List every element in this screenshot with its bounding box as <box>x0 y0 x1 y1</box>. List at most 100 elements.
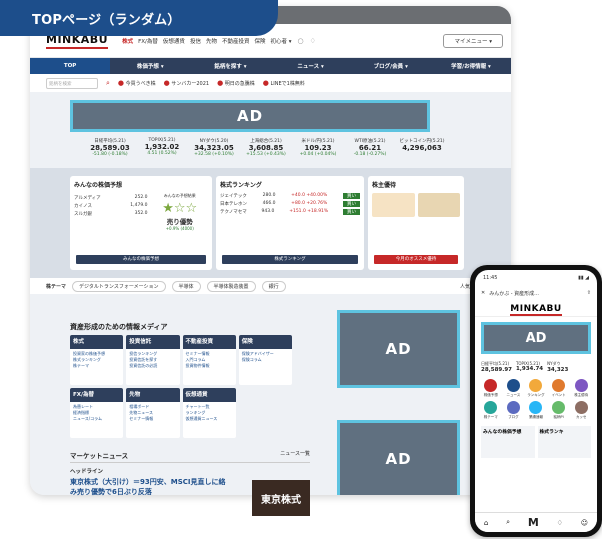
news-subtitle: ヘッドライン <box>70 469 104 475</box>
phone-shortcut[interactable]: イベント <box>549 379 569 398</box>
phone-shortcut[interactable]: ブログ <box>504 401 524 420</box>
header-link[interactable]: 不動産投資 <box>222 37 250 45</box>
ranking-row[interactable]: テクノマセマ 943.0 +151.0 +18.91% 買い <box>220 209 360 215</box>
ranking-row[interactable]: ジェイテック 280.0 +40.0 +40.00% 買い <box>220 193 360 199</box>
phone-shortcut[interactable]: 株テーマ <box>481 401 501 420</box>
search-icon[interactable]: ○ <box>298 37 304 45</box>
phone-shortcut[interactable]: ニュース <box>504 379 524 398</box>
ticker[interactable]: 米ドル/円(5.21) 109.23 +0.04 (+0.04%) <box>294 138 342 160</box>
media-cell[interactable]: 株式 投資家の株価予想 株式ランキング 株テーマ <box>70 335 124 385</box>
page-body: AD 日経平均(5.21) 28,589.03 -51.80 (-0.18%) TO… <box>30 92 511 495</box>
ad-banner-side-2[interactable]: AD <box>337 420 460 495</box>
nav-item[interactable]: 株価予想 ▾ <box>110 62 190 70</box>
theme-pill[interactable]: 半導体製造装置 <box>206 280 256 292</box>
phone-shortcut[interactable]: 業績速報 <box>526 401 546 420</box>
phone-screen: 11:45 ▮▮ ◢ ✕ みんかぶ - 資産形成... ⇪ MINKABU AD 日経… <box>475 270 597 532</box>
search-input[interactable]: 銘柄を検索 <box>46 77 98 89</box>
media-cell[interactable]: 保険 保険アドバイザー 保険コラム <box>238 335 292 385</box>
theme-pill[interactable]: 銀行 <box>261 280 286 292</box>
phone-ticker[interactable]: TOPIX(5.21) 1,934.74 <box>516 361 543 373</box>
my-menu-button[interactable]: マイメニュー ▾ <box>443 33 503 48</box>
header-link[interactable]: 先物 <box>206 37 217 45</box>
forecast-row[interactable]: カイノス 1,479.0 <box>74 203 147 209</box>
phone-cards: みんなの株価予想 株式ランキ <box>475 424 597 460</box>
verdict-percent: +0.9% (4000) <box>165 226 194 231</box>
phone-shortcut[interactable]: 銘柄PI <box>549 401 569 420</box>
nav-item[interactable]: ブログ/会員 ▾ <box>351 62 431 70</box>
quick-link[interactable]: ● 今買うべき株 <box>118 79 156 87</box>
ticker[interactable]: NYダウ(5.20) 34,323.05 +32.58 (+0.10%) <box>190 138 238 160</box>
phone-card[interactable]: 株式ランキ <box>537 426 591 458</box>
phone-icon-grid: 株価予想 ニュース ランキング イベント 株主優待 株テーマ ブログ 業績速報 … <box>475 375 597 424</box>
yutai-image[interactable] <box>417 193 460 217</box>
ad-banner-top[interactable]: AD <box>70 100 430 132</box>
rating-title: みんなの予想結果 <box>163 193 196 198</box>
phone-shortcut[interactable]: 株価予想 <box>481 379 501 398</box>
quick-link[interactable]: ● LINEで1株無料 <box>263 79 305 87</box>
search-row: 銘柄を検索 ⌕ ● 今買うべき株 ● サンバカー2021 ● 明日の急騰株 ● … <box>30 74 511 92</box>
quick-link[interactable]: ● サンバカー2021 <box>164 79 209 87</box>
phone-shortcut[interactable]: 株主優待 <box>571 379 591 398</box>
ad-banner-side-1[interactable]: AD <box>337 310 460 388</box>
header-link[interactable]: 初心者 ▾ <box>271 37 292 45</box>
search-icon[interactable]: ⌕ <box>506 518 510 527</box>
share-icon: ⇪ <box>586 290 591 296</box>
search-icon[interactable]: ⌕ <box>106 79 110 88</box>
phone-shortcut[interactable]: ランキング <box>526 379 546 398</box>
ticker[interactable]: ビットコイン円(5.21) 4,296,063 <box>398 138 446 160</box>
verdict-label: 売り優勢 <box>166 218 193 226</box>
card-title: みんなの株価予想 <box>74 182 123 189</box>
header-link[interactable]: 保険 <box>254 37 265 45</box>
phone-ticker[interactable]: 日経平均(5.21) 28,589.97 <box>481 361 512 373</box>
forecast-row[interactable]: アルメディア 252.0 <box>74 195 147 201</box>
header-link[interactable]: 投信 <box>190 37 201 45</box>
phone-url-bar[interactable]: ✕ みんかぶ - 資産形成... ⇪ <box>475 286 597 300</box>
phone-ad-banner[interactable]: AD <box>481 322 591 354</box>
ticker[interactable]: 上海総合(5.21) 3,608.85 +15.53 (+0.43%) <box>242 138 290 160</box>
ranking-row[interactable]: 日本テレホン 466.0 +80.0 +20.76% 買い <box>220 201 360 207</box>
bell-icon[interactable]: ♢ <box>557 519 563 527</box>
user-icon[interactable]: ☺ <box>581 519 588 527</box>
bell-icon[interactable]: ♢ <box>310 37 316 45</box>
media-cell[interactable]: 先物 相場ボード 先物ニュース セミナー情報 <box>126 388 180 438</box>
forecast-card: みんなの株価予想 アルメディア 252.0 カイノス 1,479.0 スルガ銀 352… <box>70 176 212 270</box>
nav-item[interactable]: 銘柄を探す ▾ <box>190 62 270 70</box>
phone-ticker[interactable]: NYダウ 34,323 <box>547 361 568 373</box>
media-cell[interactable]: 投資信託 投信ランキング 投資信託を探す 投資信託の必読 <box>126 335 180 385</box>
yutai-button[interactable]: 今月のオススメ優待 <box>374 255 458 264</box>
news-more-link[interactable]: ニュース一覧 <box>280 450 310 457</box>
news-headline[interactable]: 東京株式（大引け）＝93円安、MSCI見直しに絡み売り優勢で6日ぶり反落 <box>70 477 230 497</box>
ticker[interactable]: TOPIX(5.21) 1,932.02 4.51 (0.52%) <box>138 138 186 160</box>
media-cell[interactable]: 仮想通貨 チャート一覧 ランキング 仮想通貨ニュース <box>182 388 236 438</box>
main-nav: TOP 株価予想 ▾ 銘柄を探す ▾ ニュース ▾ ブログ/会員 ▾ 学習/お得… <box>30 58 511 74</box>
phone-mockup: 11:45 ▮▮ ◢ ✕ みんかぶ - 資産形成... ⇪ MINKABU AD 日経… <box>470 265 602 537</box>
quick-link[interactable]: ● 明日の急騰株 <box>217 79 255 87</box>
media-cell[interactable]: FX/為替 為替レート 経済指標 ニュース/コラム <box>70 388 124 438</box>
news-section: マーケットニュース ニュース一覧 ヘッドライン 東京株式（大引け）＝93円安、MS… <box>70 450 310 530</box>
header-link[interactable]: FX/為替 <box>138 37 158 45</box>
media-cell[interactable]: 不動産投資 セミナー情報 入門コラム 投資物件情報 <box>182 335 236 385</box>
nav-item[interactable]: ニュース ▾ <box>271 62 351 70</box>
card-title: 株式ランキング <box>220 182 262 189</box>
ticker[interactable]: 日経平均(5.21) 28,589.03 -51.80 (-0.18%) <box>86 138 134 160</box>
nav-item[interactable]: 学習/お得情報 ▾ <box>431 62 511 70</box>
phone-logo[interactable]: MINKABU <box>475 300 597 317</box>
minkabu-icon[interactable]: M <box>528 516 539 529</box>
home-icon[interactable]: ⌂ <box>484 519 488 527</box>
yutai-image[interactable] <box>372 193 415 217</box>
theme-pill[interactable]: デジタルトランスフォーメーション <box>72 280 166 292</box>
ticker[interactable]: WTI原油(5.21) 66.21 -0.18 (-0.27%) <box>346 138 394 160</box>
phone-status-bar: 11:45 ▮▮ ◢ <box>483 275 589 281</box>
forecast-row[interactable]: スルガ銀 352.0 <box>74 211 147 217</box>
phone-card[interactable]: みんなの株価予想 <box>481 426 535 458</box>
market-tickers: 日経平均(5.21) 28,589.03 -51.80 (-0.18%) TOPIX… <box>86 138 446 160</box>
theme-pill[interactable]: 半導体 <box>171 280 201 292</box>
news-image[interactable]: 東京株式 <box>252 480 310 516</box>
ranking-button[interactable]: 株式ランキング <box>222 255 358 264</box>
forecast-button[interactable]: みんなの株価予想 <box>76 255 206 264</box>
phone-shortcut[interactable]: カッセ <box>571 401 591 420</box>
ranking-card: 株式ランキング ジェイテック 280.0 +40.0 +40.00% 買い 日本テレホ… <box>216 176 364 270</box>
header-link[interactable]: 株式 <box>122 37 133 45</box>
nav-item-top[interactable]: TOP <box>30 58 111 74</box>
header-link[interactable]: 仮想通貨 <box>163 37 185 45</box>
